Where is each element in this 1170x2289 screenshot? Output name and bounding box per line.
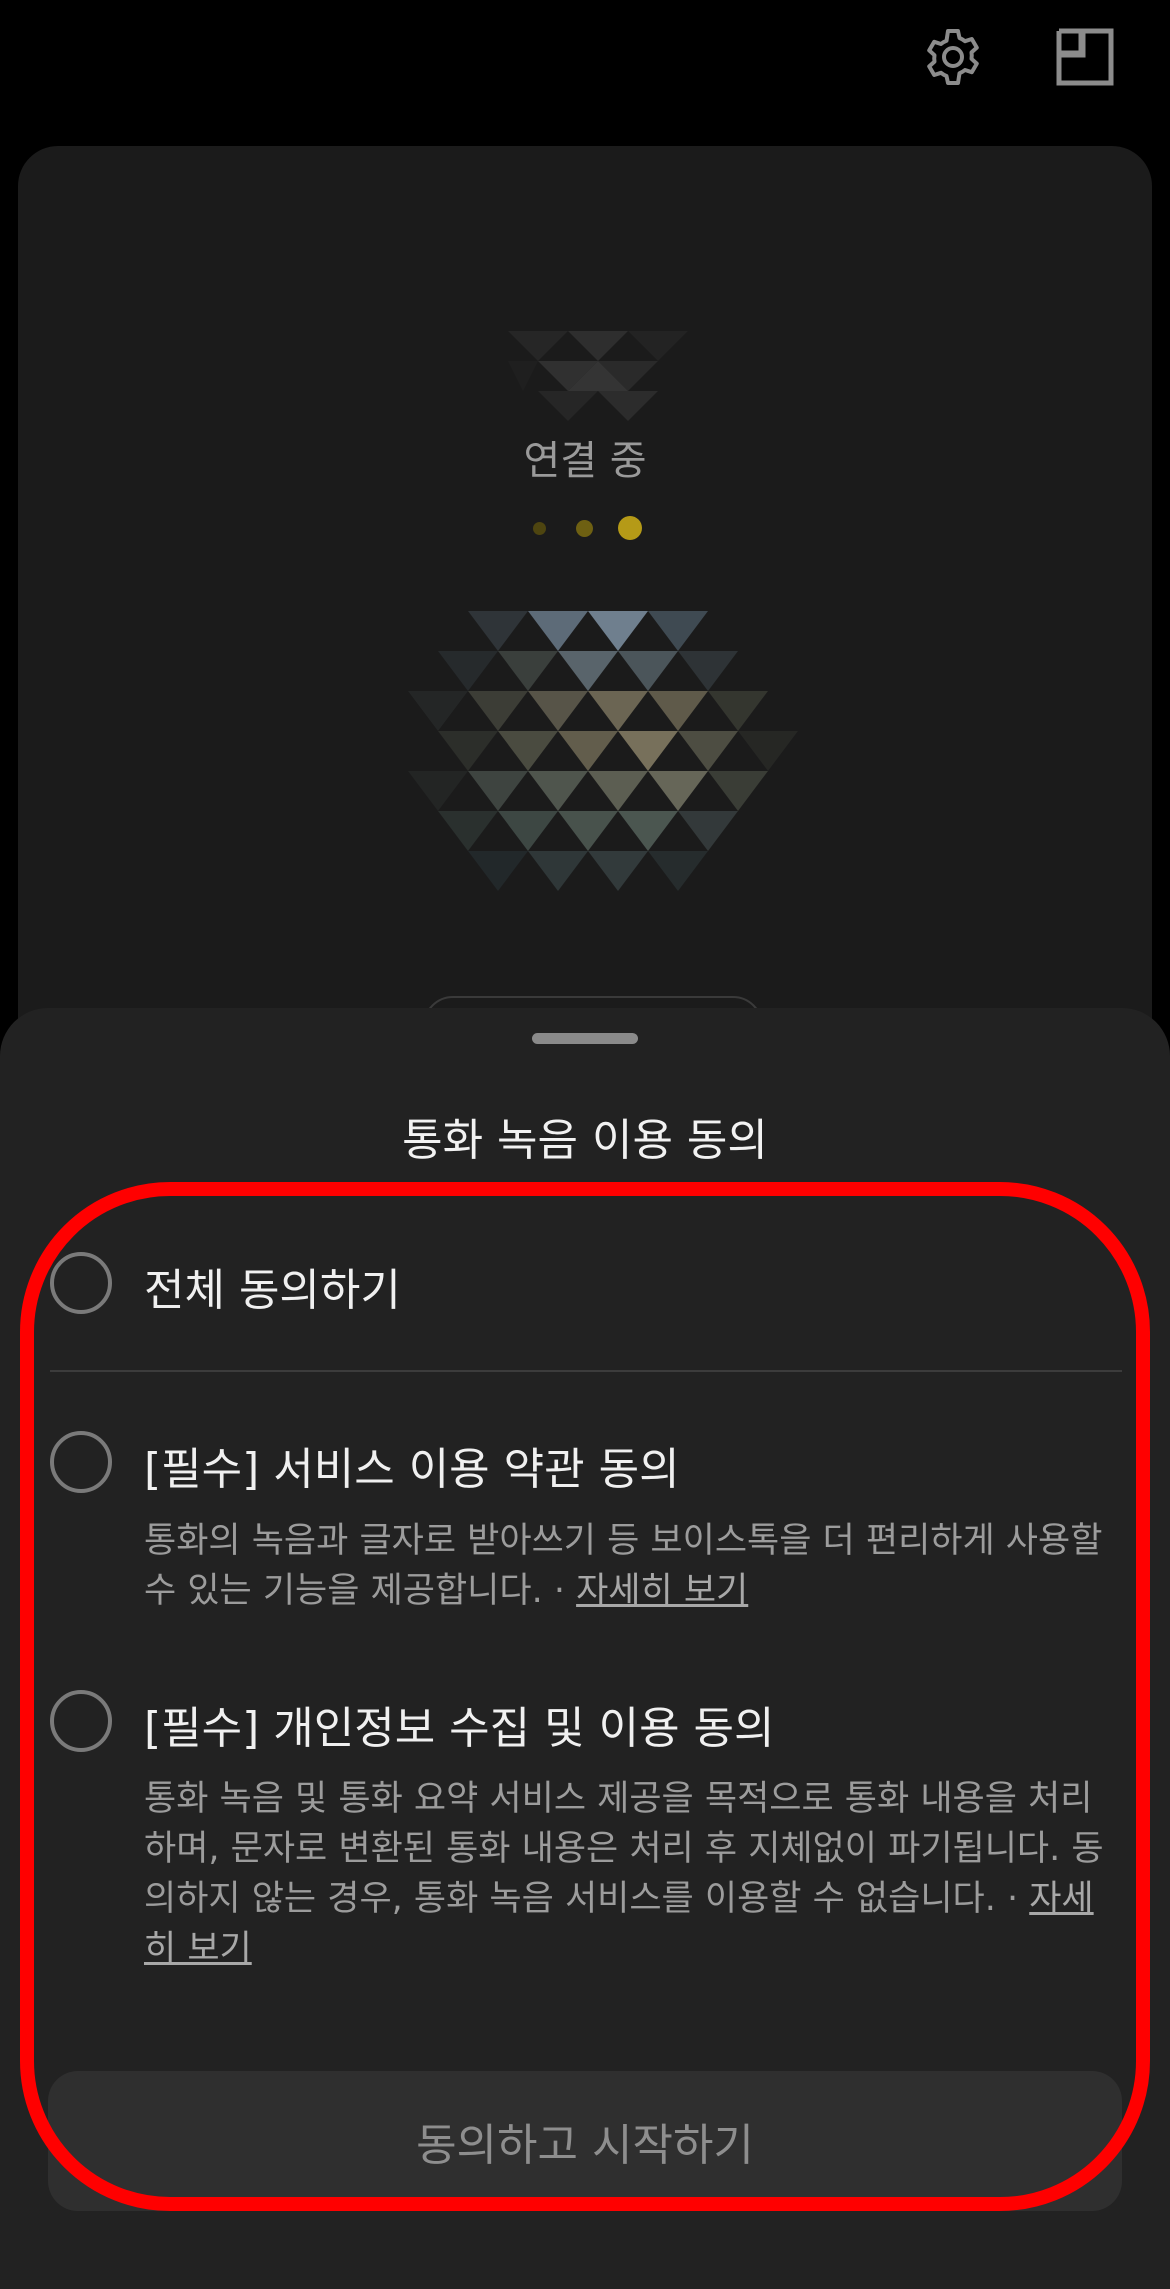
privacy-description: 통화 녹음 및 통화 요약 서비스 제공을 목적으로 통화 내용을 처리하며, … [144, 1774, 1124, 1974]
top-bar [0, 0, 1170, 140]
dot-1 [533, 522, 546, 535]
agree-all-label[interactable]: 전체 동의하기 [144, 1254, 401, 1318]
sheet-title: 통화 녹음 이용 동의 [402, 1115, 768, 1166]
agree-all-radio[interactable] [50, 1252, 112, 1314]
agree-and-start-button[interactable]: 동의하고 시작하기 [48, 2071, 1122, 2211]
privacy-radio[interactable] [50, 1690, 112, 1752]
connecting-indicator [18, 513, 1152, 543]
privacy-label[interactable]: [필수] 개인정보 수집 및 이용 동의 [144, 1692, 775, 1756]
connection-status: 연결 중 [523, 438, 647, 484]
caller-mosaic-large [408, 611, 798, 891]
terms-description: 통화의 녹음과 글자로 받아쓰기 등 보이스톡을 더 편리하게 사용할 수 있는… [144, 1516, 1124, 1616]
terms-more-link[interactable]: 자세히 보기 [576, 1571, 748, 1611]
terms-label[interactable]: [필수] 서비스 이용 약관 동의 [144, 1433, 680, 1497]
privacy-description-text: 통화 녹음 및 통화 요약 서비스 제공을 목적으로 통화 내용을 처리하며, … [144, 1779, 1104, 1919]
dot-2 [576, 520, 593, 537]
settings-button[interactable] [918, 22, 988, 92]
consent-bottom-sheet: 통화 녹음 이용 동의 전체 동의하기 [필수] 서비스 이용 약관 동의 통화… [0, 1008, 1170, 2289]
caller-mosaic-small [508, 331, 688, 421]
minimize-button[interactable] [1050, 22, 1120, 92]
divider [50, 1370, 1122, 1372]
picture-in-picture-icon [1055, 27, 1114, 86]
gear-icon [927, 29, 979, 85]
sheet-drag-handle[interactable] [532, 1033, 638, 1044]
terms-radio[interactable] [50, 1431, 112, 1493]
dot-3 [618, 516, 642, 540]
